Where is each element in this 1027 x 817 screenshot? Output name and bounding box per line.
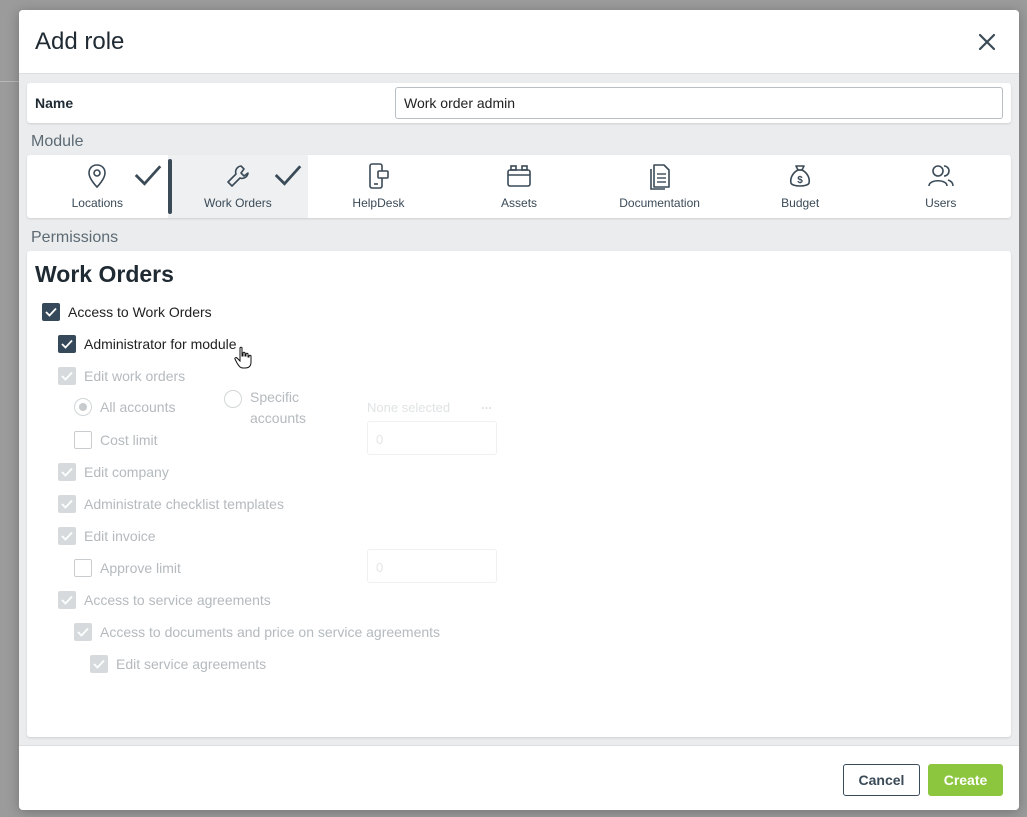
edit-work-orders-checkbox[interactable] xyxy=(58,367,76,385)
permissions-title: Work Orders xyxy=(35,261,174,287)
module-tab-locations[interactable]: Locations xyxy=(27,155,168,218)
permissions-panel: Work Orders Access to Work Orders Admini… xyxy=(27,251,1011,737)
check-icon xyxy=(93,659,105,669)
module-tab-budget[interactable]: $ Budget xyxy=(730,155,871,218)
money-bag-icon: $ xyxy=(790,165,811,187)
wrench-icon xyxy=(227,165,249,187)
name-label: Name xyxy=(35,95,74,111)
dialog-footer: Cancel Create xyxy=(19,745,1019,810)
close-button[interactable] xyxy=(975,30,999,54)
access-service-checkbox[interactable] xyxy=(58,591,76,609)
access-work-orders-label: Access to Work Orders xyxy=(68,304,212,320)
edit-service-row[interactable]: Edit service agreements xyxy=(90,654,266,674)
edit-work-orders-label: Edit work orders xyxy=(84,368,186,384)
dialog-title: Add role xyxy=(35,28,125,55)
check-icon xyxy=(274,165,302,186)
admin-checklist-label: Administrate checklist templates xyxy=(84,496,284,512)
edit-company-label: Edit company xyxy=(84,464,169,480)
module-tab-label: Documentation xyxy=(619,196,700,210)
edit-invoice-checkbox[interactable] xyxy=(58,527,76,545)
phone-chat-icon xyxy=(369,163,390,189)
create-button[interactable]: Create xyxy=(928,764,1003,796)
cancel-button[interactable]: Cancel xyxy=(843,764,920,796)
specific-accounts-radio[interactable] xyxy=(224,390,242,408)
edit-company-row[interactable]: Edit company xyxy=(58,462,169,482)
check-icon xyxy=(77,627,89,637)
edit-invoice-row[interactable]: Edit invoice xyxy=(58,526,156,546)
approve-limit-row[interactable]: Approve limit xyxy=(74,558,181,578)
edit-service-checkbox[interactable] xyxy=(90,655,108,673)
module-tabs: Locations Work Orders HelpDesk Assets Do… xyxy=(27,155,1011,218)
cost-limit-input[interactable]: 0 xyxy=(367,421,497,455)
administrator-row[interactable]: Administrator for module xyxy=(58,334,237,354)
check-icon xyxy=(45,307,57,317)
check-icon xyxy=(61,499,73,509)
module-tab-label: Users xyxy=(925,196,957,210)
permissions-section-label: Permissions xyxy=(31,229,119,246)
backdrop-divider xyxy=(0,81,20,82)
close-icon xyxy=(978,33,996,51)
boxes-icon xyxy=(507,165,531,187)
none-selected-text: None selected xyxy=(367,400,451,415)
specific-accounts-line1: Specific xyxy=(250,389,300,405)
account-select-ellipsis-button[interactable]: ... xyxy=(481,397,492,412)
module-tab-label: Budget xyxy=(781,196,820,210)
check-icon xyxy=(61,467,73,477)
add-role-dialog: Add role Name Module Locations Work Orde… xyxy=(19,10,1019,810)
approve-limit-label: Approve limit xyxy=(100,560,181,576)
module-tab-helpdesk[interactable]: HelpDesk xyxy=(308,155,449,218)
cost-limit-row[interactable]: Cost limit xyxy=(74,430,158,450)
access-docs-price-label: Access to documents and price on service… xyxy=(100,624,441,640)
all-accounts-label: All accounts xyxy=(100,399,176,415)
access-service-row[interactable]: Access to service agreements xyxy=(58,590,271,610)
module-tab-documentation[interactable]: Documentation xyxy=(589,155,730,218)
admin-checklist-checkbox[interactable] xyxy=(58,495,76,513)
users-icon xyxy=(927,165,954,187)
edit-service-label: Edit service agreements xyxy=(116,656,267,672)
check-icon xyxy=(61,595,73,605)
dialog-header: Add role xyxy=(19,10,1019,74)
edit-invoice-label: Edit invoice xyxy=(84,528,156,544)
approve-limit-input[interactable]: 0 xyxy=(367,549,497,583)
approve-limit-checkbox[interactable] xyxy=(74,559,92,577)
administrator-checkbox[interactable] xyxy=(58,335,76,353)
module-tab-label: Work Orders xyxy=(203,196,272,210)
module-tab-label: HelpDesk xyxy=(352,196,405,210)
location-pin-icon xyxy=(88,164,107,189)
edit-company-checkbox[interactable] xyxy=(58,463,76,481)
check-icon xyxy=(134,165,161,186)
administrator-label: Administrator for module xyxy=(84,336,237,352)
edit-work-orders-row[interactable]: Edit work orders xyxy=(58,366,185,386)
specific-accounts-row[interactable]: Specific accounts xyxy=(224,387,306,427)
all-accounts-radio[interactable] xyxy=(74,398,92,416)
all-accounts-row[interactable]: All accounts xyxy=(74,397,175,417)
name-row: Name xyxy=(27,83,1011,123)
name-input[interactable] xyxy=(395,87,1003,119)
svg-text:$: $ xyxy=(797,175,803,186)
module-tab-work-orders[interactable]: Work Orders xyxy=(167,155,309,218)
cost-limit-checkbox[interactable] xyxy=(74,431,92,449)
cost-limit-label: Cost limit xyxy=(100,432,158,448)
module-section-label: Module xyxy=(31,133,84,150)
specific-accounts-label: Specific accounts xyxy=(250,387,306,429)
specific-accounts-line2: accounts xyxy=(250,410,307,426)
access-docs-price-row[interactable]: Access to documents and price on service… xyxy=(74,622,440,642)
module-tab-label: Locations xyxy=(71,196,123,210)
check-icon xyxy=(61,339,73,349)
module-tab-label: Assets xyxy=(501,196,538,210)
access-work-orders-checkbox[interactable] xyxy=(42,303,60,321)
check-icon xyxy=(61,371,73,381)
document-icon xyxy=(649,164,670,190)
module-tab-users[interactable]: Users xyxy=(870,155,1011,218)
check-icon xyxy=(61,531,73,541)
access-service-label: Access to service agreements xyxy=(84,592,271,608)
hand-cursor-icon xyxy=(234,346,252,369)
module-tab-assets[interactable]: Assets xyxy=(449,155,590,218)
access-work-orders-row[interactable]: Access to Work Orders xyxy=(42,302,212,322)
access-docs-price-checkbox[interactable] xyxy=(74,623,92,641)
admin-checklist-row[interactable]: Administrate checklist templates xyxy=(58,494,284,514)
